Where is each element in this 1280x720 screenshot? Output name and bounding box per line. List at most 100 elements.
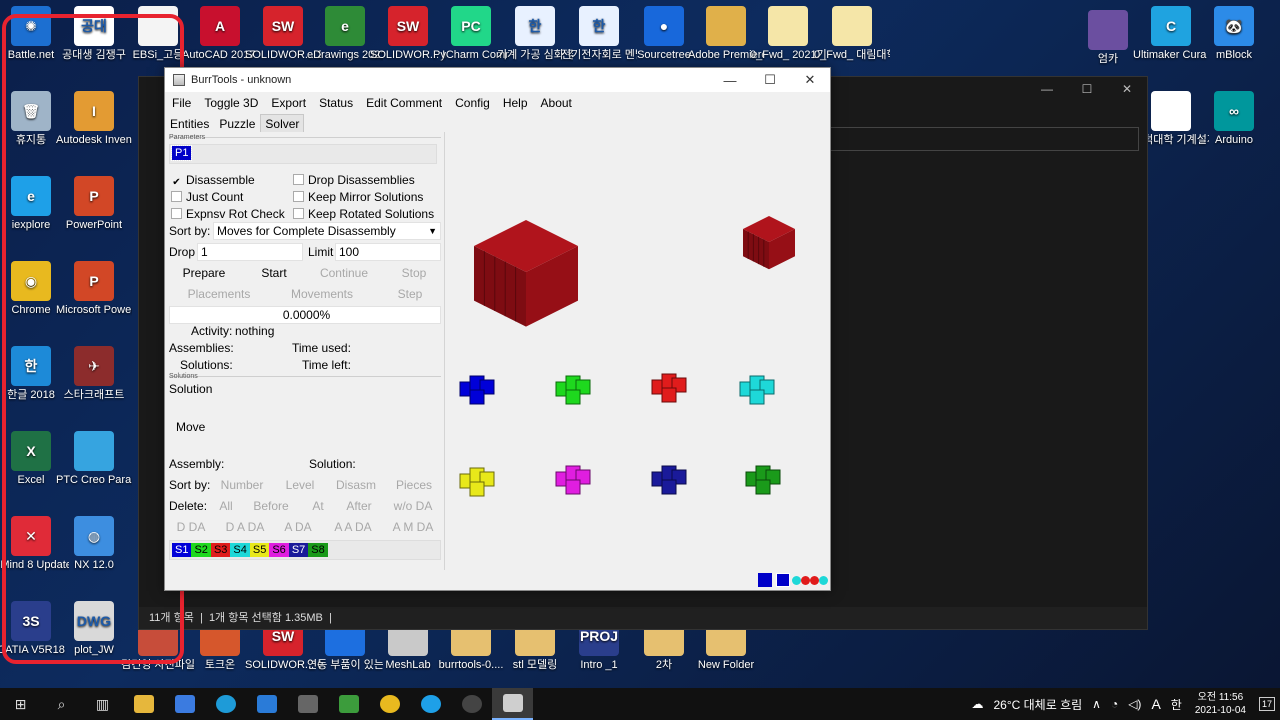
3d-view[interactable]: [446, 132, 830, 570]
desktop-icon[interactable]: I Autodesk Inventor P...: [56, 91, 132, 147]
tab-puzzle[interactable]: Puzzle: [214, 114, 260, 132]
calculator-icon[interactable]: [287, 688, 328, 720]
delete-after-button[interactable]: After: [337, 497, 381, 515]
drop-input[interactable]: 1: [197, 243, 303, 261]
chevron-up-icon[interactable]: ∧: [1092, 697, 1101, 711]
chrome-icon[interactable]: [369, 688, 410, 720]
view-mode-icon[interactable]: [776, 573, 790, 587]
desktop-icon[interactable]: P PowerPoint: [56, 176, 132, 232]
step-button[interactable]: Step: [375, 285, 445, 303]
menu-status[interactable]: Status: [312, 96, 359, 110]
search-icon[interactable]: ⌕: [41, 688, 82, 720]
burrtools-taskbar-icon[interactable]: [492, 688, 533, 720]
mail-icon[interactable]: [246, 688, 287, 720]
clock[interactable]: 오전 11:56 2021-10-04: [1195, 691, 1246, 717]
just-count-checkbox[interactable]: Just Count: [171, 190, 243, 204]
piece-s4: [739, 375, 775, 405]
menu-config[interactable]: Config: [448, 96, 496, 110]
task-view-icon[interactable]: ▥: [82, 688, 123, 720]
a-a-da-button[interactable]: A A DA: [325, 518, 381, 536]
delete-all-button[interactable]: All: [209, 497, 243, 515]
minimize-icon[interactable]: —: [1027, 77, 1067, 101]
shape-chip[interactable]: S4: [230, 543, 250, 557]
shape-list[interactable]: S1 S2 S3 S4 S5 S6 S7 S8: [169, 540, 441, 560]
a-m-da-button[interactable]: A M DA: [385, 518, 441, 536]
a-da-button[interactable]: A DA: [275, 518, 321, 536]
menu-edit-comment[interactable]: Edit Comment: [359, 96, 448, 110]
limit-input[interactable]: 100: [335, 243, 441, 261]
problem-item[interactable]: P1: [170, 145, 193, 161]
drop-disassemblies-checkbox[interactable]: Drop Disassemblies: [293, 173, 415, 187]
disassemble-label: Disassemble: [186, 173, 255, 187]
shape-chip[interactable]: S1: [172, 543, 192, 557]
expnsv-rot-checkbox[interactable]: Expnsv Rot Check: [171, 207, 285, 221]
stop-button[interactable]: Stop: [379, 264, 449, 282]
keep-mirror-checkbox[interactable]: Keep Mirror Solutions: [293, 190, 423, 204]
file-explorer-icon[interactable]: [123, 688, 164, 720]
close-icon[interactable]: ✕: [1107, 77, 1147, 101]
shape-chip[interactable]: S3: [210, 543, 231, 557]
continue-button[interactable]: Continue: [309, 264, 379, 282]
view-mode-icon[interactable]: [758, 573, 772, 587]
desktop-icon-label: Arduino: [1215, 134, 1253, 146]
desktop-icon[interactable]: 🐼 mBlock: [1196, 6, 1272, 62]
shape-chip[interactable]: S8: [308, 543, 328, 557]
problem-list[interactable]: P1: [169, 144, 437, 164]
wifi-icon[interactable]: ◔: [1111, 697, 1118, 711]
notification-icon[interactable]: 17: [1258, 697, 1275, 711]
menu-help[interactable]: Help: [496, 96, 534, 110]
d-da-button[interactable]: D DA: [169, 518, 213, 536]
delete-before-button[interactable]: Before: [245, 497, 297, 515]
app-icon: e: [325, 6, 365, 46]
color-mode-icon[interactable]: [792, 574, 828, 586]
tab-entities[interactable]: Entities: [165, 114, 214, 132]
minimize-icon[interactable]: —: [710, 73, 750, 88]
menu-file[interactable]: File: [165, 96, 197, 110]
sort-level-button[interactable]: Level: [273, 476, 327, 494]
desktop-icon[interactable]: ◍ NX 12.0: [56, 516, 132, 572]
shape-chip[interactable]: S2: [191, 543, 211, 557]
sort-by-select[interactable]: Moves for Complete Disassembly ▼: [213, 222, 441, 240]
internet-explorer-icon[interactable]: [410, 688, 451, 720]
maximize-icon[interactable]: ☐: [1067, 77, 1107, 101]
windows-start-icon[interactable]: ⊞: [0, 688, 41, 720]
disassemble-checkbox[interactable]: ✔ Disassemble: [171, 173, 255, 189]
desktop-icon[interactable]: ✈ 스타크래프트: [56, 346, 132, 402]
keep-rotated-checkbox[interactable]: Keep Rotated Solutions: [293, 207, 434, 221]
sort-number-button[interactable]: Number: [211, 476, 273, 494]
start-button[interactable]: Start: [239, 264, 309, 282]
explorer-title-controls: — ☐ ✕: [1027, 77, 1147, 101]
piece-s5-block: [469, 481, 485, 497]
menu-toggle-3d[interactable]: Toggle 3D: [197, 96, 264, 110]
steam-icon[interactable]: [451, 688, 492, 720]
delete-without-da-button[interactable]: w/o DA: [385, 497, 441, 515]
tab-solver[interactable]: Solver: [260, 114, 305, 132]
ime-han[interactable]: 한: [1171, 696, 1182, 713]
volume-icon[interactable]: ◁): [1128, 697, 1141, 711]
shape-chip[interactable]: S6: [269, 543, 289, 557]
desktop-icon[interactable]: PTC Creo Parametr...: [56, 431, 132, 487]
weather-text[interactable]: 26°C 대체로 흐림: [993, 696, 1082, 713]
desktop-icon[interactable]: 0_Fwd_ 대림대학...: [814, 6, 890, 62]
d-a-da-button[interactable]: D A DA: [217, 518, 273, 536]
maximize-icon[interactable]: ☐: [750, 72, 790, 88]
store-icon[interactable]: [164, 688, 205, 720]
menu-about[interactable]: About: [534, 96, 578, 110]
desktop-icon[interactable]: ∞ Arduino: [1196, 91, 1272, 147]
prepare-button[interactable]: Prepare: [169, 264, 239, 282]
app-icon: ◍: [74, 516, 114, 556]
delete-at-button[interactable]: At: [299, 497, 337, 515]
app-icon[interactable]: [328, 688, 369, 720]
shape-chip[interactable]: S5: [249, 543, 270, 557]
menu-export[interactable]: Export: [264, 96, 312, 110]
movements-button[interactable]: Movements: [269, 285, 375, 303]
ime-a[interactable]: A: [1151, 696, 1160, 712]
placements-button[interactable]: Placements: [169, 285, 269, 303]
edge-icon[interactable]: [205, 688, 246, 720]
explorer-address-bar[interactable]: [829, 127, 1139, 151]
shape-chip[interactable]: S7: [288, 543, 309, 557]
desktop-icon[interactable]: P Microsoft PowerPoi...: [56, 261, 132, 317]
sort-disasm-button[interactable]: Disasm: [327, 476, 385, 494]
close-icon[interactable]: ✕: [790, 72, 830, 88]
sort-pieces-button[interactable]: Pieces: [385, 476, 443, 494]
